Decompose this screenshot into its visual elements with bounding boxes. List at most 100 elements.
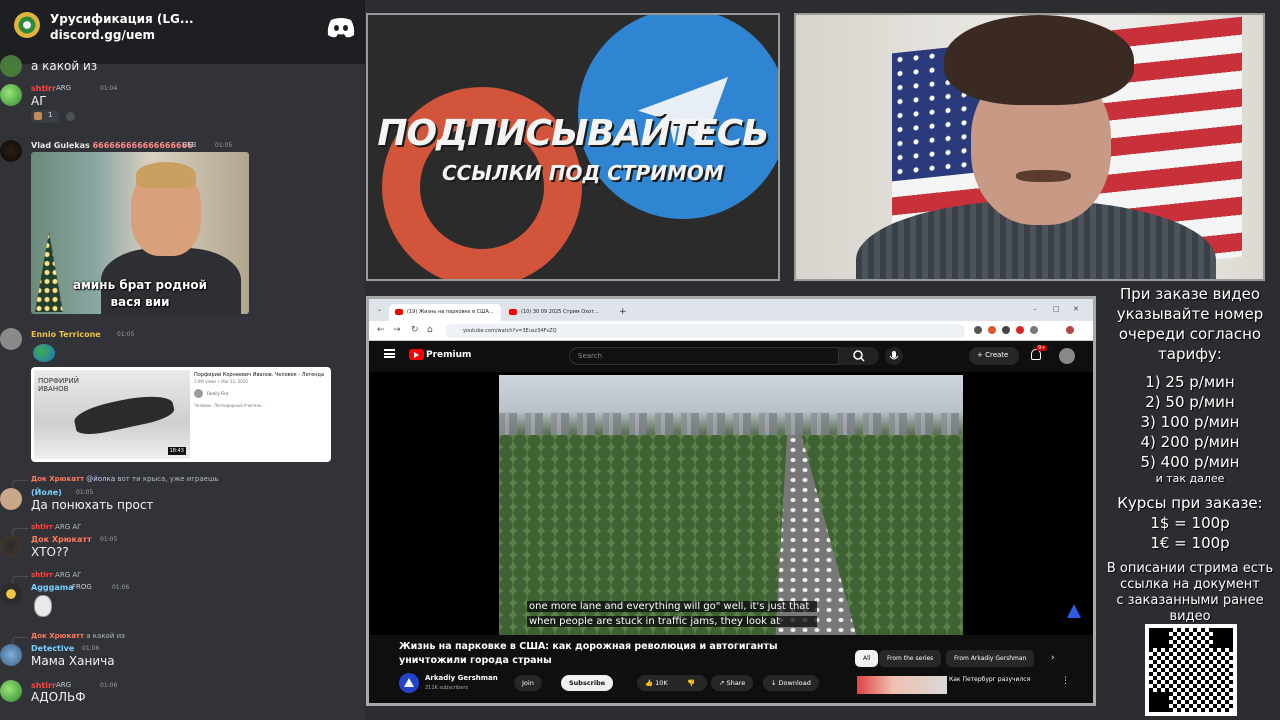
youtube-logo-icon[interactable] bbox=[409, 349, 424, 360]
menu-icon[interactable] bbox=[384, 349, 395, 358]
youtube-header: Premium Search + Create 9+ bbox=[369, 342, 1093, 372]
avatar[interactable] bbox=[0, 140, 22, 162]
avatar[interactable] bbox=[0, 488, 22, 510]
related-video-title[interactable]: Как Петербург разучился bbox=[949, 676, 1030, 683]
avatar[interactable] bbox=[0, 535, 22, 557]
order-line: тарифу: bbox=[1158, 345, 1222, 363]
discord-logo-icon bbox=[327, 18, 355, 38]
extension-icon[interactable] bbox=[974, 326, 982, 334]
chip-from-channel[interactable]: From Arkadiy Gershman bbox=[946, 650, 1035, 667]
channel-avatar[interactable] bbox=[399, 673, 419, 693]
username[interactable]: (Йоле) bbox=[31, 488, 62, 497]
username[interactable]: Vlad Gulekas 666666666666666666 bbox=[31, 141, 193, 150]
reply-preview[interactable]: shtirr ARG АГ bbox=[31, 523, 81, 531]
message-text: ХТО?? bbox=[31, 545, 69, 559]
user-tag: ARG bbox=[56, 84, 72, 92]
tab-youtube-video[interactable]: (19) Жизнь на парковке в США... bbox=[389, 304, 501, 321]
tab-search-icon[interactable]: ⌄ bbox=[377, 306, 382, 313]
chip-all[interactable]: All bbox=[855, 650, 879, 667]
tab-bar: ⌄ (19) Жизнь на парковке в США... (10) 3… bbox=[369, 299, 1093, 321]
message-text: Мама Ханича bbox=[31, 654, 115, 668]
add-reaction-icon[interactable] bbox=[66, 112, 75, 121]
stream-layout: Урусификация (LG... discord.gg/uem а как… bbox=[0, 0, 1280, 720]
embed-title[interactable]: Порфирий Корнеевич Иванов. Человек - Лег… bbox=[194, 372, 324, 378]
avatar[interactable] bbox=[0, 680, 22, 702]
tab-stream[interactable]: (10) 30 09 2025 Стрим Охот... bbox=[503, 304, 613, 321]
avatar[interactable] bbox=[0, 583, 22, 605]
like-button[interactable]: 👍 10K 👎 bbox=[637, 675, 707, 691]
home-icon[interactable]: ⌂ bbox=[427, 325, 433, 335]
video-frame[interactable]: one more lane and everything will go" we… bbox=[499, 375, 963, 635]
avatar[interactable] bbox=[0, 328, 22, 350]
promo-headline: ПОДПИСЫВАЙТЕСЬ bbox=[377, 113, 769, 154]
user-tag: FROG bbox=[72, 583, 92, 591]
profile-icon[interactable] bbox=[1066, 326, 1074, 334]
tab-label: (10) 30 09 2025 Стрим Охот... bbox=[521, 309, 599, 315]
search-input[interactable]: Search bbox=[569, 347, 839, 365]
youtube-brand[interactable]: Premium bbox=[426, 350, 471, 360]
subscribe-promo-banner: ПОДПИСЫВАЙТЕСЬ ССЫЛКИ ПОД СТРИМОМ bbox=[366, 13, 780, 281]
reaction[interactable]: 1 bbox=[31, 110, 59, 123]
avatar[interactable] bbox=[0, 55, 22, 77]
timestamp: 01:05 bbox=[100, 536, 118, 543]
reply-connector bbox=[12, 528, 28, 535]
timestamp: 01:05 bbox=[76, 489, 94, 496]
reply-preview[interactable]: Док Хрюкатт а какой из bbox=[31, 632, 125, 640]
username[interactable]: Agggama bbox=[31, 583, 74, 592]
back-icon[interactable]: ← bbox=[377, 325, 385, 335]
server-invite-link[interactable]: discord.gg/uem bbox=[50, 28, 155, 42]
avatar[interactable] bbox=[0, 84, 22, 106]
video-player[interactable]: one more lane and everything will go" we… bbox=[369, 372, 1093, 635]
chevron-right-icon[interactable]: › bbox=[1051, 653, 1055, 663]
username[interactable]: shtirr bbox=[31, 681, 56, 690]
username[interactable]: Док Хрюкатт bbox=[31, 535, 92, 544]
forward-icon[interactable]: → bbox=[393, 325, 401, 335]
chip-from-series[interactable]: From the series bbox=[879, 650, 942, 667]
voice-search-button[interactable] bbox=[885, 347, 903, 365]
tariff-item: 2) 50 р/мин bbox=[1145, 393, 1235, 411]
related-video-thumbnail[interactable] bbox=[857, 676, 947, 694]
account-avatar[interactable] bbox=[1059, 348, 1075, 364]
tariff-item: 1) 25 р/мин bbox=[1145, 373, 1235, 391]
minimize-icon[interactable]: – bbox=[1033, 305, 1037, 313]
reply-preview[interactable]: shtirr ARG АГ bbox=[31, 571, 81, 579]
channel-watermark-icon[interactable] bbox=[1067, 604, 1081, 618]
browser-window: ⌄ (19) Жизнь на парковке в США... (10) 3… bbox=[366, 296, 1096, 706]
extension-icon[interactable] bbox=[1016, 326, 1024, 334]
youtube-embed-preview[interactable]: ПОРФИРИЙ ИВАНОВ 18:43 Порфирий Корнеевич… bbox=[31, 367, 331, 462]
message-text: а какой из bbox=[31, 59, 98, 73]
meme-image[interactable]: аминь брат родной вася вии bbox=[31, 152, 249, 314]
subscribe-button[interactable]: Subscribe bbox=[561, 675, 614, 691]
tab-label: (19) Жизнь на парковке в США... bbox=[407, 309, 494, 315]
username[interactable]: Ennio Terricone bbox=[31, 330, 101, 339]
close-icon[interactable]: ✕ bbox=[1073, 305, 1079, 313]
search-icon bbox=[853, 350, 865, 362]
address-bar: ← → ↻ ⌂ youtube.com/watch?v=3Eusz34FvZQ bbox=[369, 321, 1093, 341]
avatar[interactable] bbox=[0, 644, 22, 666]
create-button[interactable]: + Create bbox=[969, 347, 1019, 365]
subtitle-line: one more lane and everything will go" we… bbox=[527, 601, 817, 612]
username[interactable]: shtirr bbox=[31, 84, 56, 93]
username[interactable]: Detective bbox=[31, 644, 74, 653]
search-button[interactable] bbox=[839, 347, 879, 365]
user-tag: ARG bbox=[56, 681, 72, 689]
extension-icon[interactable] bbox=[1002, 326, 1010, 334]
download-button[interactable]: ↓ Download bbox=[763, 675, 819, 691]
share-icon: ↗ bbox=[719, 679, 725, 687]
thumbs-down-icon[interactable]: 👎 bbox=[687, 679, 695, 687]
join-button[interactable]: Join bbox=[514, 675, 542, 691]
maximize-icon[interactable]: □ bbox=[1053, 305, 1060, 313]
reply-preview[interactable]: Док Хрюкатт @йолка вот ти крыса, уже игр… bbox=[31, 475, 218, 483]
extension-icon[interactable] bbox=[988, 326, 996, 334]
channel-name[interactable]: Arkadiy Gershman bbox=[425, 674, 498, 682]
reply-connector bbox=[12, 637, 28, 644]
mustache-graphic bbox=[1016, 170, 1071, 182]
new-tab-icon[interactable]: + bbox=[619, 307, 627, 317]
qr-pattern bbox=[1149, 628, 1233, 712]
url-field[interactable]: youtube.com/watch?v=3Eusz34FvZQ bbox=[445, 324, 965, 338]
more-options-icon[interactable]: ⋮ bbox=[1061, 676, 1070, 686]
share-button[interactable]: ↗ Share bbox=[711, 675, 754, 691]
embed-thumbnail[interactable]: ПОРФИРИЙ ИВАНОВ 18:43 bbox=[34, 370, 190, 459]
reload-icon[interactable]: ↻ bbox=[411, 325, 419, 335]
extension-icon[interactable] bbox=[1030, 326, 1038, 334]
